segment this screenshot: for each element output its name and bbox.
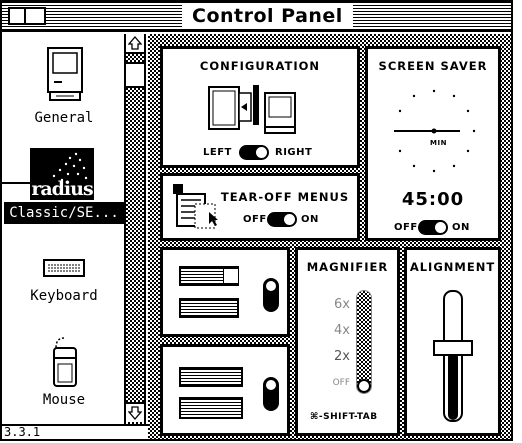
close-box-icon[interactable] (8, 7, 26, 25)
pointer-line (0, 182, 30, 184)
config-left-label: LEFT (203, 147, 232, 158)
screen-saver-on-label: ON (452, 222, 470, 233)
magnifier-slider-knob[interactable] (357, 379, 371, 393)
radius-logo-icon: radius (30, 148, 94, 200)
sidebar-item-radius[interactable]: radius Classic/SE... (4, 146, 124, 226)
sidebar: General radius Classic/SE... Keyboard Mo… (4, 34, 124, 426)
radius-logo-text: radius (31, 178, 93, 200)
menu-bar-option-panel (160, 247, 290, 337)
scroll-up-arrow-icon[interactable] (126, 34, 144, 54)
monitor-configuration-icon (208, 85, 296, 134)
screen-saver-off-label: OFF (394, 222, 418, 233)
magnifier-slider-track[interactable] (356, 290, 372, 394)
version-label: 3.3.1 (2, 424, 148, 439)
sidebar-item-label: General (34, 110, 94, 126)
sidebar-scrollbar[interactable] (124, 34, 146, 424)
sidebar-item-label: Classic/SE... (4, 202, 124, 224)
magnifier-levels: 6x 4x 2x OFF (320, 292, 350, 396)
scrollbar-vertical-toggle[interactable] (263, 377, 279, 411)
window-title: Control Panel (182, 3, 353, 29)
menu-box-icon (223, 268, 239, 284)
magnifier-shortcut: ⌘-SHIFT-TAB (310, 412, 378, 422)
alignment-panel: ALIGNMENT (404, 247, 501, 436)
clock-dial-icon (394, 89, 476, 173)
tear-off-menus-panel: TEAR-OFF MENUS OFF ON (160, 173, 360, 241)
computer-icon (47, 47, 83, 101)
config-right-label: RIGHT (275, 147, 313, 158)
tear-off-toggle[interactable] (267, 212, 297, 227)
title-bar[interactable]: Control Panel (2, 2, 511, 32)
mouse-icon (53, 337, 77, 387)
sidebar-item-keyboard[interactable]: Keyboard (4, 256, 124, 304)
sidebar-item-label: Mouse (42, 392, 86, 408)
alignment-slider-track[interactable] (443, 290, 463, 422)
zoom-box-icon[interactable] (26, 7, 46, 25)
tearoff-on-label: ON (301, 214, 319, 225)
tearoff-off-label: OFF (243, 214, 267, 225)
configuration-panel: CONFIGURATION LEFT RIGHT (160, 46, 360, 168)
screen-saver-toggle[interactable] (418, 220, 448, 235)
alignment-slider-fill (448, 352, 458, 420)
configuration-title: CONFIGURATION (199, 59, 321, 73)
configuration-toggle[interactable] (239, 145, 269, 160)
keyboard-icon (43, 259, 85, 277)
alignment-slider-handle[interactable] (433, 340, 473, 356)
scroll-thumb[interactable] (126, 62, 144, 88)
scroll-down-arrow-icon[interactable] (126, 402, 144, 422)
screen-saver-panel: SCREEN SAVER MIN 45:00 OFF ON (365, 46, 501, 241)
menu-bar-vertical-toggle[interactable] (263, 278, 279, 312)
magnifier-level: 6x (334, 297, 350, 312)
screen-saver-title: SCREEN SAVER (378, 59, 488, 73)
striped-menu-bar-icon (179, 298, 239, 318)
striped-bar-icon (179, 397, 243, 419)
magnifier-level: 4x (334, 323, 350, 338)
sidebar-item-general[interactable]: General (4, 44, 124, 126)
alignment-title: ALIGNMENT (409, 260, 496, 274)
screen-saver-time: 45:00 (401, 189, 465, 210)
tear-off-title: TEAR-OFF MENUS (220, 190, 350, 204)
sidebar-item-label: Keyboard (30, 288, 98, 304)
scrollbar-option-panel (160, 344, 290, 436)
magnifier-level: OFF (332, 378, 350, 388)
clock-min-label: MIN (430, 139, 447, 147)
striped-bar-icon (179, 367, 243, 387)
magnifier-title: MAGNIFIER (306, 260, 389, 274)
sidebar-item-mouse[interactable]: Mouse (4, 334, 124, 408)
magnifier-panel: MAGNIFIER 6x 4x 2x OFF ⌘-SHIFT-TAB (295, 247, 400, 436)
radius-control-area: CONFIGURATION LEFT RIGHT SCREEN SAVER MI… (148, 34, 511, 439)
magnifier-level: 2x (334, 349, 350, 364)
